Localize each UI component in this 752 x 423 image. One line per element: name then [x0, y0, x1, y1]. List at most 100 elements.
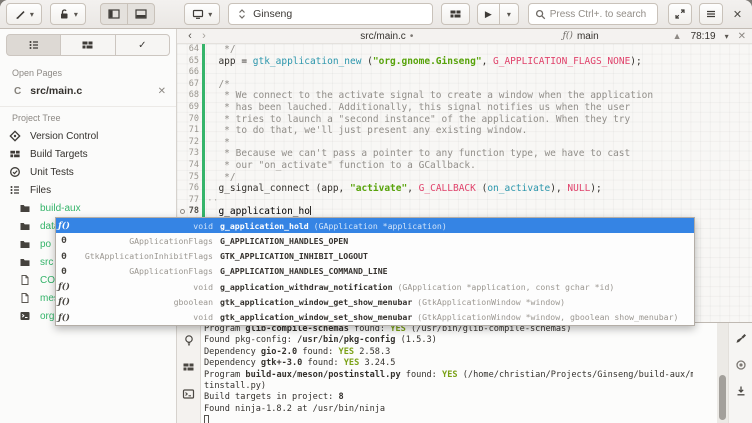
menu-button[interactable] [699, 3, 723, 25]
lock-open-icon [58, 8, 70, 20]
enum-icon: Θ [56, 235, 72, 246]
vcs-change-bar [202, 172, 205, 184]
completion-item[interactable]: ƒ()voidg_application_hold (GApplication … [56, 218, 694, 233]
build-log[interactable]: Program glib-compile-schemas found: YES … [204, 324, 693, 423]
completion-name: gtk_application_window_get_show_menubar [220, 297, 412, 307]
global-search[interactable] [528, 3, 658, 25]
omnibar-button[interactable]: Ginseng [228, 3, 433, 25]
completion-item[interactable]: ƒ()voidg_application_withdraw_notificati… [56, 279, 694, 294]
current-symbol-button[interactable]: ƒ() main [563, 31, 599, 42]
editor-header: ‹ › src/main.c• ƒ() main ▲ 78:19 ▾ ✕ [177, 29, 752, 44]
code-line[interactable]: 68 * We connect to the activate signal t… [177, 90, 752, 102]
code-line[interactable]: 64 */ [177, 44, 752, 56]
search-input[interactable] [550, 9, 651, 20]
code-line[interactable]: 67 /* [177, 79, 752, 91]
code-text: ·· [207, 195, 218, 207]
tree-item-unit-tests[interactable]: Unit Tests [0, 163, 176, 181]
close-page-icon[interactable]: ✕ [158, 86, 166, 97]
record-icon[interactable] [732, 356, 750, 374]
code-text: * tries to launch a "second instance" of… [207, 114, 630, 126]
brush-icon [735, 333, 747, 345]
code-line[interactable]: 73 * Because we can't pass a pointer to … [177, 148, 752, 160]
completion-return-type: void [72, 221, 213, 231]
clear-log-button[interactable] [732, 330, 750, 348]
log-line: Dependency gtk+-3.0 found: YES 3.24.5 [204, 358, 693, 369]
code-line[interactable]: 71 * to do that, we'll just present any … [177, 125, 752, 137]
run-profile-button[interactable]: ▾ [6, 3, 42, 25]
completion-item[interactable]: ƒ()gbooleangtk_application_window_get_sh… [56, 294, 694, 309]
completion-item[interactable]: ΘGtkApplicationInhibitFlagsGTK_APPLICATI… [56, 249, 694, 264]
runtime-lock-button[interactable]: ▾ [50, 3, 86, 25]
run-options-button[interactable]: ▾ [499, 3, 519, 25]
build-output-tab[interactable] [180, 358, 198, 376]
code-line[interactable]: 77 ·· [177, 195, 752, 207]
messages-tab[interactable] [180, 331, 198, 349]
close-icon: ✕ [733, 8, 742, 21]
code-line[interactable]: 76 g_signal_connect (app, "activate", G_… [177, 183, 752, 195]
toggle-left-panel-button[interactable] [100, 3, 128, 25]
bottom-panel: Program glib-compile-schemas found: YES … [177, 322, 752, 423]
nav-back-icon[interactable]: ‹ [183, 30, 197, 42]
completion-name: gtk_application_window_set_show_menubar [220, 312, 412, 322]
scrollbar-thumb[interactable] [719, 375, 726, 420]
open-page-item[interactable]: C src/main.c ✕ [0, 80, 176, 102]
folder-icon [19, 238, 31, 250]
switcher-todo-button[interactable]: ✓ [115, 34, 170, 56]
switcher-build-targets-button[interactable] [60, 34, 115, 56]
completion-params: (GApplication *application) [309, 221, 447, 231]
log-line: Found pkg-config: /usr/bin/pkg-config (1… [204, 335, 693, 346]
code-text: * Because we can't pass a pointer to any… [207, 148, 630, 160]
folder-icon [19, 202, 31, 214]
pencil-icon [14, 8, 26, 20]
toggle-bottom-panel-button[interactable] [127, 3, 155, 25]
bottom-panel-tabs [177, 323, 201, 423]
vcs-change-bar [202, 102, 205, 114]
editor-file-title: src/main.c• [211, 31, 563, 42]
code-text: * [207, 137, 230, 149]
builder-window: ▾ ▾ ▾ [0, 0, 752, 423]
vcs-change-bar [202, 79, 205, 91]
completion-item[interactable]: ΘGApplicationFlagsG_APPLICATION_HANDLES_… [56, 233, 694, 248]
terminal-tab[interactable] [180, 385, 198, 403]
line-number: 72 [177, 137, 199, 149]
code-line[interactable]: 75 */ [177, 172, 752, 184]
hamburger-menu-icon [705, 8, 717, 20]
switcher-project-tree-button[interactable] [6, 34, 61, 56]
line-number: 77 [177, 195, 199, 207]
log-line: Dependency gio-2.0 found: YES 2.58.3 [204, 347, 693, 358]
completion-return-type: void [72, 282, 213, 292]
device-selector-button[interactable]: ▾ [184, 3, 220, 25]
vcs-change-bar [202, 114, 205, 126]
line-number: 69 [177, 102, 199, 114]
code-line[interactable]: 65 app = gtk_application_new ("org.gnome… [177, 56, 752, 68]
save-log-button[interactable] [732, 382, 750, 400]
tree-item-build-aux[interactable]: build-aux [0, 199, 176, 217]
run-button[interactable]: ▶ [477, 3, 500, 25]
code-line[interactable]: 66 [177, 67, 752, 79]
completion-item[interactable]: ƒ()voidgtk_application_window_set_show_m… [56, 310, 694, 325]
line-number: 76 [177, 183, 199, 195]
up-down-icon [237, 8, 247, 20]
window-close-button[interactable]: ✕ [723, 3, 752, 25]
warning-icon[interactable]: ▲ [673, 31, 682, 41]
log-line: Build targets in project: 8 [204, 392, 693, 403]
code-text: app = gtk_application_new ("org.gnome.Gi… [207, 56, 642, 68]
code-text: * We connect to the activate signal to c… [207, 90, 653, 102]
tree-item-files[interactable]: Files [0, 181, 176, 199]
modified-dot: • [410, 31, 414, 42]
completion-item[interactable]: ΘGApplicationFlagsG_APPLICATION_HANDLES_… [56, 264, 694, 279]
chevron-down-icon[interactable]: ▾ [725, 32, 729, 41]
tree-item-version-control[interactable]: Version Control [0, 127, 176, 145]
completion-name: GTK_APPLICATION_INHIBIT_LOGOUT [220, 251, 368, 261]
code-line[interactable]: 72 * [177, 137, 752, 149]
fullscreen-button[interactable] [668, 3, 692, 25]
folder-icon [19, 256, 31, 268]
code-line[interactable]: 70 * tries to launch a "second instance"… [177, 114, 752, 126]
tree-item-label: src [40, 257, 53, 268]
code-line[interactable]: 74 * our "on_activate" function to a GCa… [177, 160, 752, 172]
close-editor-icon[interactable]: ✕ [738, 31, 746, 42]
build-button[interactable] [441, 3, 470, 25]
code-line[interactable]: 69 * has been lauched. Additionally, thi… [177, 102, 752, 114]
tree-item-build-targets[interactable]: Build Targets [0, 145, 176, 163]
nav-forward-icon[interactable]: › [197, 30, 211, 42]
